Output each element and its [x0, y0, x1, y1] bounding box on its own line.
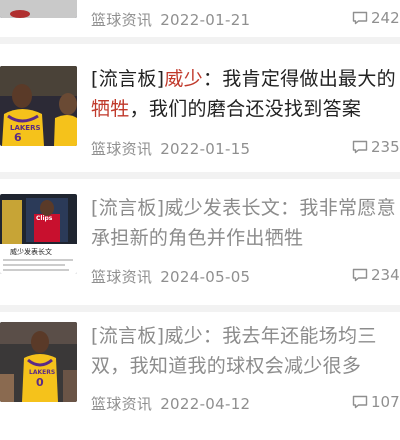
thumbnail-caption: 威少发表长文: [10, 247, 52, 256]
news-meta: 篮球资讯 2022-01-21: [91, 9, 250, 30]
news-source: 篮球资讯: [91, 140, 153, 158]
news-item-1[interactable]: 篮球资讯 2022-01-21 2420: [0, 0, 400, 36]
news-thumbnail: LAKERS 6: [0, 66, 77, 146]
comment-count: 2345: [352, 266, 400, 284]
jersey-number: 0: [36, 376, 44, 389]
news-date: 2024-05-05: [160, 268, 251, 286]
news-title: [流言板]威少发表长文：我非常愿意承担新的角色并作出牺牲: [91, 197, 396, 249]
news-title: [流言板]威少：我去年还能场均三双，我知道我的球权会减少很多: [91, 325, 377, 377]
comment-icon: [352, 140, 368, 154]
divider: [0, 305, 400, 312]
comment-count: 2355: [352, 138, 400, 156]
news-item-2[interactable]: LAKERS 6 [流言板]威少：我肯定得做出最大的牺牲，我们的磨合还没找到答案…: [0, 44, 400, 172]
divider: [0, 172, 400, 179]
news-source: 篮球资讯: [91, 395, 153, 413]
news-title: [流言板]威少：我肯定得做出最大的牺牲，我们的磨合还没找到答案: [91, 68, 396, 120]
jersey-team: LAKERS: [29, 369, 55, 376]
news-meta: 篮球资讯 2022-01-15: [91, 138, 250, 159]
comment-count: 2420: [352, 9, 400, 27]
comment-icon: [352, 395, 368, 409]
title-highlight: 牺牲: [91, 98, 130, 120]
news-thumbnail: [0, 0, 77, 18]
news-thumbnail: Clips 威少发表长文: [0, 194, 77, 274]
news-meta: 篮球资讯 2022-04-12: [91, 393, 250, 414]
news-meta: 篮球资讯 2024-05-05: [91, 266, 250, 287]
comment-icon: [352, 11, 368, 25]
comment-icon: [352, 268, 368, 282]
news-item-3[interactable]: Clips 威少发表长文 [流言板]威少发表长文：我非常愿意承担新的角色并作出牺…: [0, 179, 400, 307]
news-source: 篮球资讯: [91, 268, 153, 286]
news-date: 2022-04-12: [160, 395, 251, 413]
news-date: 2022-01-15: [160, 140, 251, 158]
news-source: 篮球资讯: [91, 11, 153, 29]
jersey-logo: Clips: [36, 215, 53, 222]
divider: [0, 37, 400, 44]
news-date: 2022-01-21: [160, 11, 251, 29]
jersey-number: 6: [14, 131, 22, 144]
title-highlight: 威少: [164, 68, 203, 90]
news-item-4[interactable]: LAKERS 0 [流言板]威少：我去年还能场均三双，我知道我的球权会减少很多 …: [0, 312, 400, 440]
comment-count: 1070: [352, 393, 400, 411]
news-thumbnail: LAKERS 0: [0, 322, 77, 402]
